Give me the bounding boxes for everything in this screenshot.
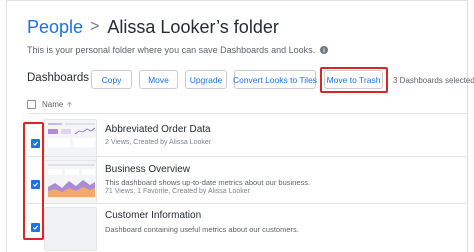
dashboard-meta: 2 Views, Created by Alissa Looker [105,139,212,146]
list-item[interactable]: Customer Information Dashboard containin… [27,204,467,252]
dashboard-title[interactable]: Business Overview [105,164,190,175]
move-button[interactable]: Move [139,70,178,89]
breadcrumb-people-link[interactable]: People [27,17,83,38]
name-column-header[interactable]: Name [42,100,63,109]
row-checkbox[interactable] [31,223,40,232]
dashboard-description: This dashboard shows up-to-date metrics … [105,178,311,187]
move-to-trash-button[interactable]: Move to Trash [324,70,383,89]
list-divider [27,113,467,114]
row-checkbox[interactable] [31,180,40,189]
dashboard-description: Dashboard containing useful metrics abou… [105,225,299,234]
folder-description: This is your personal folder where you c… [27,43,329,57]
info-icon[interactable] [320,46,329,54]
dashboards-toolbar: Dashboards Copy Move Upgrade Convert Loo… [27,67,474,93]
dashboard-meta: 71 Views, 1 Favorite, Created by Alissa … [105,188,251,195]
convert-looks-to-tiles-button[interactable]: Convert Looks to Tiles [233,70,317,89]
row-checkbox[interactable] [31,139,40,148]
page-title: Alissa Looker’s folder [107,16,279,37]
thumbnail-preview [45,161,96,203]
list-header: Name [27,97,467,111]
select-all-checkbox[interactable] [27,99,36,109]
folder-description-text: This is your personal folder where you c… [27,45,316,55]
dashboard-thumbnail[interactable] [44,207,97,251]
dashboard-title[interactable]: Abbreviated Order Data [105,124,211,135]
selection-count: 3 Dashboards selected [393,76,474,85]
copy-button[interactable]: Copy [91,70,132,89]
arrow-up-icon[interactable] [66,101,73,108]
folder-page: People > Alissa Looker’s folder This is … [6,0,474,252]
check-icon [33,225,39,230]
list-item[interactable]: Business Overview This dashboard shows u… [27,157,467,207]
check-icon [33,182,39,187]
dashboard-title[interactable]: Customer Information [105,210,201,221]
upgrade-button[interactable]: Upgrade [185,70,227,89]
breadcrumb: People > Alissa Looker’s folder [27,15,279,39]
check-icon [33,141,39,146]
dashboard-thumbnail[interactable] [44,160,97,204]
section-title-dashboards: Dashboards [27,72,90,84]
thumbnail-preview [45,208,96,250]
breadcrumb-separator: > [90,18,100,35]
